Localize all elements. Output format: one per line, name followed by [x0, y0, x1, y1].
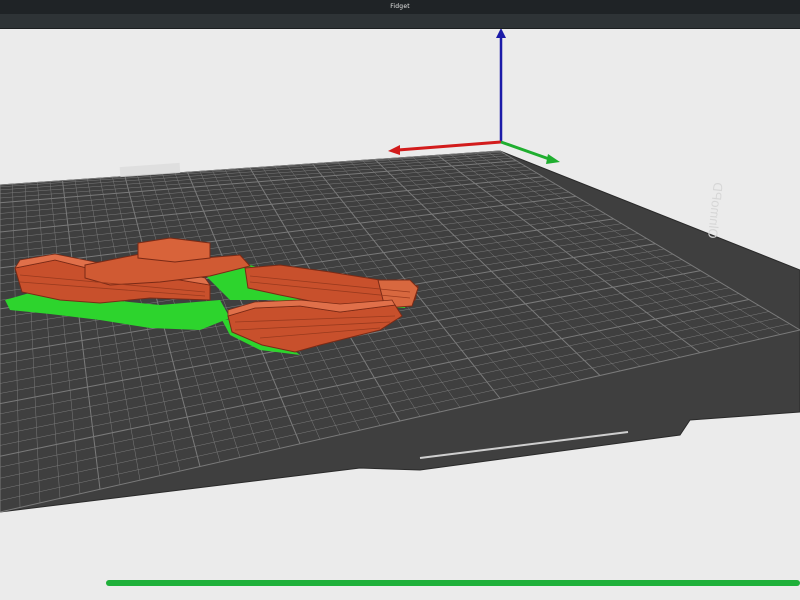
slicing-progress-bar — [106, 580, 800, 586]
bed-logo-label: OlnmoPD — [705, 182, 726, 240]
print-bed — [0, 150, 800, 513]
window-titlebar[interactable]: Fidget — [0, 0, 800, 14]
y-axis-arrowhead — [546, 154, 560, 164]
scene-canvas[interactable]: OlnmoPD — [0, 29, 800, 600]
axis-gizmo[interactable] — [388, 29, 560, 164]
toolbar-strip — [0, 14, 800, 29]
slicing-progress-fill — [106, 580, 800, 586]
3d-viewport[interactable]: OlnmoPD — [0, 29, 800, 600]
model-tower — [137, 237, 211, 263]
z-axis-arrowhead — [496, 29, 506, 38]
window-title: Fidget — [390, 3, 410, 10]
x-axis-arrowhead — [388, 145, 400, 155]
x-axis — [397, 140, 502, 152]
